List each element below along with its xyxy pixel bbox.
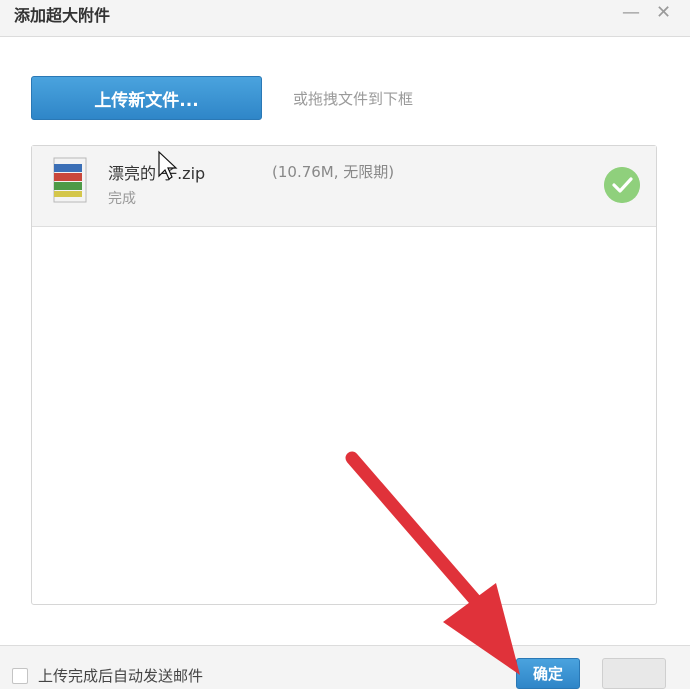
file-name: 漂亮的 子.zip <box>108 164 206 183</box>
dialog-title: 添加超大附件 <box>14 6 111 25</box>
dialog-footer: 上传完成后自动发送邮件 确定 <box>0 645 690 689</box>
archive-file-icon <box>53 157 87 203</box>
file-list-item[interactable]: 漂亮的 子.zip (10.76M, 无限期) 完成 <box>32 146 656 227</box>
file-size-expiry: (10.76M, 无限期) <box>272 163 395 181</box>
confirm-button[interactable]: 确定 <box>516 658 580 689</box>
auto-send-label: 上传完成后自动发送邮件 <box>38 667 204 685</box>
minimize-icon[interactable]: — <box>622 2 640 23</box>
close-icon[interactable]: ✕ <box>656 2 671 23</box>
drag-drop-hint: 或拖拽文件到下框 <box>293 90 414 108</box>
file-drop-area[interactable]: 漂亮的 子.zip (10.76M, 无限期) 完成 <box>31 145 657 605</box>
auto-send-checkbox[interactable] <box>12 668 28 684</box>
title-bar: 添加超大附件 — ✕ <box>0 0 690 37</box>
upload-status: 完成 <box>108 191 136 207</box>
check-icon <box>604 167 640 203</box>
cancel-button[interactable] <box>602 658 666 689</box>
upload-new-file-button[interactable]: 上传新文件... <box>31 76 262 120</box>
